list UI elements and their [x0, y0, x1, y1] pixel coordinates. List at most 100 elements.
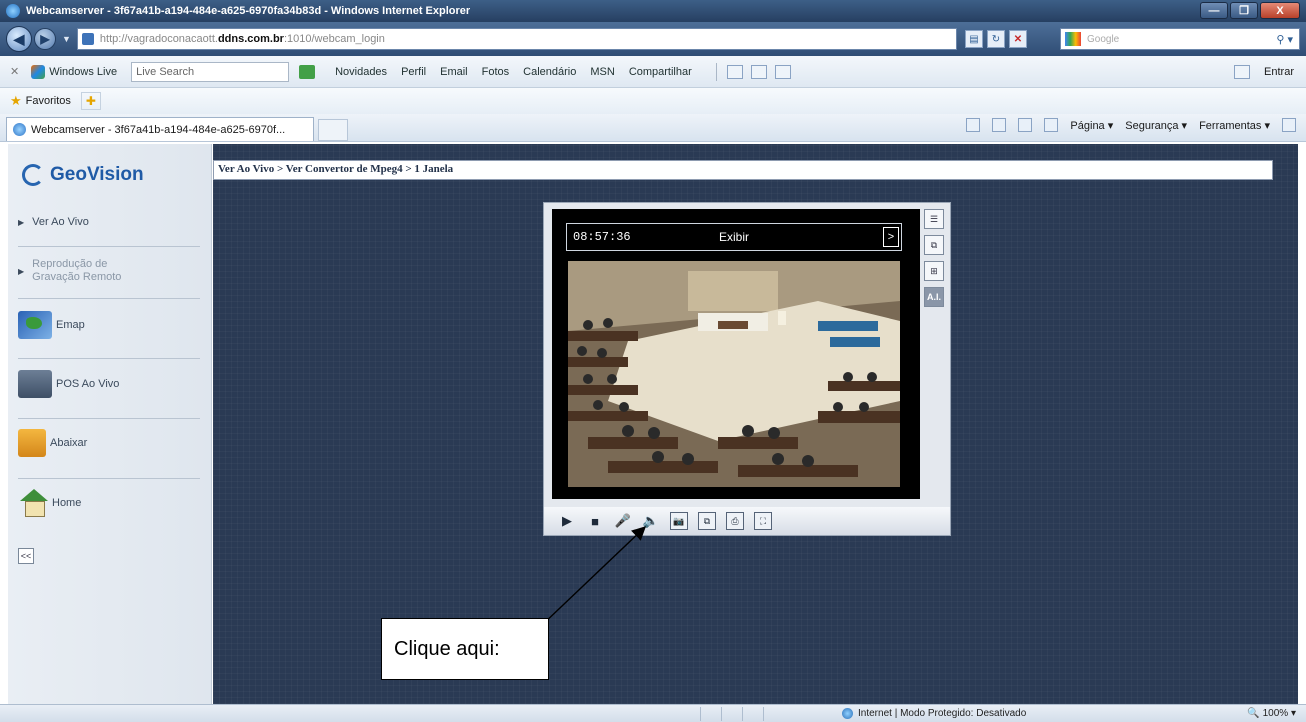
ai-button[interactable]: A.I.	[924, 287, 944, 307]
history-dropdown-icon[interactable]: ▼	[62, 34, 71, 44]
google-icon	[1065, 32, 1081, 46]
video-frame: 08:57:36 Exibir >	[552, 209, 920, 499]
print-icon[interactable]	[1044, 118, 1059, 132]
house-icon	[18, 489, 48, 517]
divider	[18, 418, 200, 419]
stop-icon[interactable]: ✕	[1008, 30, 1027, 48]
page-menu[interactable]: Página ▾	[1070, 119, 1113, 132]
back-button[interactable]: ◀	[6, 26, 32, 52]
zoom-value: 100%	[1262, 708, 1289, 719]
home-icon[interactable]	[966, 118, 981, 132]
mail-icon[interactable]	[1018, 118, 1033, 132]
url-tools: ▤ ↻ ✕	[964, 30, 1027, 48]
live-video-feed[interactable]	[568, 261, 900, 487]
sign-in-link[interactable]: Entrar	[1264, 66, 1294, 78]
sidebar-item-emap[interactable]: Emap	[8, 308, 212, 342]
fullscreen-icon[interactable]: ⛶	[754, 512, 772, 530]
divider	[18, 478, 200, 479]
status-dividers	[700, 707, 764, 721]
new-tab-button[interactable]	[318, 119, 348, 141]
compatibility-view-icon[interactable]: ▤	[964, 30, 983, 48]
url-suffix: :1010/webcam_login	[283, 33, 385, 45]
speaker-icon[interactable]: 🔈	[642, 512, 660, 530]
forward-button[interactable]: ▶	[34, 28, 56, 50]
refresh-icon[interactable]: ↻	[986, 30, 1005, 48]
sidebar-item-reproducao[interactable]: ▶ Reprodução de Gravação Remoto	[8, 256, 212, 286]
link-msn[interactable]: MSN	[590, 66, 614, 78]
messenger-icon[interactable]	[750, 64, 767, 79]
stop-icon[interactable]: ■	[586, 512, 604, 530]
sidebar: GeoVision ▶ Ver Ao Vivo ▶ Reprodução de …	[8, 144, 212, 704]
sidebar-item-label: Abaixar	[50, 437, 88, 449]
security-menu[interactable]: Segurança ▾	[1125, 119, 1187, 132]
reproducao-line-2: Gravação Remoto	[32, 271, 122, 283]
search-input[interactable]: Google ⚲ ▾	[1060, 28, 1300, 50]
link-perfil[interactable]: Perfil	[401, 66, 426, 78]
sidebar-item-abaixar[interactable]: Abaixar	[8, 426, 212, 460]
command-bar: Página ▾ Segurança ▾ Ferramentas ▾	[966, 118, 1296, 132]
contacts-icon[interactable]	[774, 64, 791, 79]
sidebar-item-pos-ao-vivo[interactable]: POS Ao Vivo	[8, 366, 212, 402]
main-content: Ver Ao Vivo > Ver Convertor de Mpeg4 > 1…	[213, 144, 1298, 704]
sidebar-item-home[interactable]: Home	[8, 486, 212, 520]
minimize-button[interactable]: —	[1200, 2, 1228, 19]
settings-window-icon[interactable]: ⧉	[698, 512, 716, 530]
windows-live-icon	[31, 64, 46, 79]
account-icon[interactable]	[1234, 64, 1251, 79]
zoom-level[interactable]: 🔍 100% ▾	[1247, 708, 1296, 719]
link-novidades[interactable]: Novidades	[335, 66, 387, 78]
favorites-bar: ★ Favoritos ✚	[0, 88, 1306, 114]
logo-text: GeoVision	[50, 164, 144, 185]
layout-icon[interactable]: ⧉	[924, 235, 944, 255]
reproducao-line-1: Reprodução de	[32, 258, 108, 270]
feeds-icon[interactable]	[992, 118, 1007, 132]
link-compartilhar[interactable]: Compartilhar	[629, 66, 692, 78]
sidebar-item-label: POS Ao Vivo	[56, 378, 120, 390]
microphone-icon[interactable]: 🎤	[614, 512, 632, 530]
close-window-button[interactable]: X	[1260, 2, 1300, 19]
blog-icon[interactable]	[726, 64, 743, 79]
live-search-input[interactable]: Live Search	[131, 61, 290, 82]
url-domain: ddns.com.br	[217, 33, 284, 45]
close-toolbar-icon[interactable]: ✕	[10, 65, 19, 78]
tools-menu[interactable]: Ferramentas ▾	[1199, 119, 1270, 132]
toolbar-divider	[715, 62, 717, 81]
favorites-star-icon[interactable]: ★	[10, 93, 22, 109]
zoom-window-icon[interactable]: ⊞	[924, 261, 944, 281]
divider	[18, 358, 200, 359]
arrow-right-icon: ▶	[18, 217, 25, 227]
camera-viewer: 08:57:36 Exibir > ☰ ⧉ ⊞ A.I. ▶ ■ 🎤 🔈 📷 ⧉…	[543, 202, 951, 536]
video-controls: ▶ ■ 🎤 🔈 📷 ⧉ ⎙ ⛶	[544, 507, 950, 535]
map-icon	[18, 311, 52, 339]
live-search-placeholder: Live Search	[136, 65, 195, 78]
windows-live-link[interactable]: Windows Live	[49, 66, 117, 78]
link-email[interactable]: Email	[440, 66, 468, 78]
favorites-button[interactable]: Favoritos	[26, 95, 71, 107]
status-bar: Internet | Modo Protegido: Desativado 🔍 …	[0, 704, 1306, 722]
snapshot-icon[interactable]: 📷	[670, 512, 688, 530]
search-icon[interactable]: ⚲ ▾	[1276, 33, 1293, 46]
list-icon[interactable]: ☰	[924, 209, 944, 229]
tab-label: Webcamserver - 3f67a41b-a194-484e-a625-6…	[31, 123, 286, 136]
tab-webcamserver[interactable]: Webcamserver - 3f67a41b-a194-484e-a625-6…	[6, 117, 314, 141]
link-calendario[interactable]: Calendário	[523, 66, 576, 78]
security-zone-text[interactable]: Internet | Modo Protegido: Desativado	[858, 708, 1026, 719]
help-icon[interactable]	[1282, 118, 1296, 132]
internet-zone-icon	[842, 708, 853, 719]
maximize-button[interactable]: ❐	[1230, 2, 1258, 19]
download-icon	[18, 429, 46, 457]
sidebar-item-label: Reprodução de Gravação Remoto	[32, 258, 121, 284]
link-fotos[interactable]: Fotos	[482, 66, 510, 78]
collapse-sidebar-button[interactable]: <<	[18, 548, 34, 564]
internet-explorer-icon	[6, 4, 20, 18]
url-input[interactable]: http://vagradoconacaott. ddns.com.br :10…	[76, 28, 957, 50]
next-camera-button[interactable]: >	[883, 227, 899, 247]
camera-header: 08:57:36 Exibir >	[566, 223, 902, 251]
sign-in-area: Entrar	[1234, 64, 1294, 79]
breadcrumb: Ver Ao Vivo > Ver Convertor de Mpeg4 > 1…	[213, 160, 1273, 180]
live-search-go-icon[interactable]	[299, 64, 316, 79]
play-icon[interactable]: ▶	[558, 512, 576, 530]
print-icon[interactable]: ⎙	[726, 512, 744, 530]
sidebar-item-ver-ao-vivo[interactable]: ▶ Ver Ao Vivo	[8, 214, 212, 230]
add-favorite-icon[interactable]: ✚	[80, 92, 101, 110]
